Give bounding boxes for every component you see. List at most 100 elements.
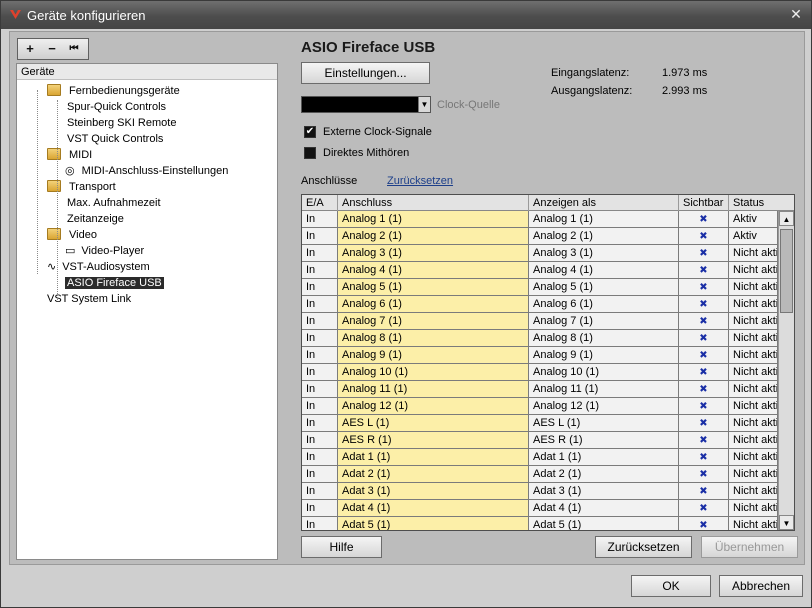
column-header-display-as[interactable]: Anzeigen als xyxy=(529,195,679,211)
visible-checkbox-icon[interactable]: ✖ xyxy=(679,381,729,398)
tree-item[interactable]: Video xyxy=(47,227,99,243)
table-row[interactable]: InAES L (1)AES L (1)✖Nicht aktiv xyxy=(302,415,778,432)
clock-source-select[interactable]: ▼ xyxy=(301,96,431,113)
tree-item[interactable]: Spur-Quick Controls xyxy=(65,99,168,115)
tree-item[interactable]: Steinberg SKI Remote xyxy=(65,115,178,131)
cell-display-as[interactable]: Analog 4 (1) xyxy=(529,262,679,279)
visible-checkbox-icon[interactable]: ✖ xyxy=(679,415,729,432)
visible-checkbox-icon[interactable]: ✖ xyxy=(679,262,729,279)
table-row[interactable]: In Analog 1 (1) Analog 1 (1) ✖ Aktiv xyxy=(302,211,778,228)
cell-display-as[interactable]: Adat 1 (1) xyxy=(529,449,679,466)
visible-checkbox-icon[interactable]: ✖ xyxy=(679,313,729,330)
tree-item[interactable]: ▭ Video-Player xyxy=(65,243,146,259)
table-scrollbar[interactable]: ▲ ▼ xyxy=(778,211,794,530)
visible-checkbox-icon[interactable]: ✖ xyxy=(679,449,729,466)
visible-checkbox-icon[interactable]: ✖ xyxy=(679,398,729,415)
device-tree[interactable]: Geräte Fernbedienungsgeräte Spur-Quick Co… xyxy=(16,63,278,560)
cancel-button[interactable]: Abbrechen xyxy=(719,575,803,597)
close-icon[interactable]: ✕ xyxy=(785,4,807,24)
table-row[interactable]: InAnalog 10 (1)Analog 10 (1)✖Nicht aktiv xyxy=(302,364,778,381)
folder-icon xyxy=(47,228,61,240)
visible-checkbox-icon[interactable]: ✖ xyxy=(679,517,729,530)
cell-display-as[interactable]: Analog 9 (1) xyxy=(529,347,679,364)
settings-button[interactable]: Einstellungen... xyxy=(301,62,430,84)
apply-button[interactable]: Übernehmen xyxy=(701,536,798,558)
tree-item[interactable]: Fernbedienungsgeräte xyxy=(47,83,182,99)
visible-checkbox-icon[interactable]: ✖ xyxy=(679,500,729,517)
table-row[interactable]: InAnalog 4 (1)Analog 4 (1)✖Nicht aktiv xyxy=(302,262,778,279)
tree-item[interactable]: VST Quick Controls xyxy=(65,131,165,147)
scrollbar-thumb[interactable] xyxy=(780,229,793,313)
cell-display-as[interactable]: Analog 2 (1) xyxy=(529,228,679,245)
scroll-down-icon[interactable]: ▼ xyxy=(779,515,794,530)
visible-checkbox-icon[interactable]: ✖ xyxy=(679,347,729,364)
cell-display-as[interactable]: Analog 3 (1) xyxy=(529,245,679,262)
table-row[interactable]: InAdat 5 (1)Adat 5 (1)✖Nicht aktiv xyxy=(302,517,778,530)
visible-checkbox-icon[interactable]: ✖ xyxy=(679,364,729,381)
add-icon[interactable]: + xyxy=(20,39,40,59)
table-row[interactable]: InAnalog 3 (1)Analog 3 (1)✖Nicht aktiv xyxy=(302,245,778,262)
scroll-up-icon[interactable]: ▲ xyxy=(779,211,794,226)
reset-link[interactable]: Zurücksetzen xyxy=(387,175,453,187)
cell-display-as[interactable]: AES L (1) xyxy=(529,415,679,432)
visible-checkbox-icon[interactable]: ✖ xyxy=(679,279,729,296)
cell-display-as[interactable]: Analog 5 (1) xyxy=(529,279,679,296)
cell-display-as[interactable]: Analog 1 (1) xyxy=(529,211,679,228)
table-row[interactable]: InAdat 2 (1)Adat 2 (1)✖Nicht aktiv xyxy=(302,466,778,483)
cell-port: Adat 2 (1) xyxy=(338,466,529,483)
cell-display-as[interactable]: Adat 2 (1) xyxy=(529,466,679,483)
table-row[interactable]: InAnalog 8 (1)Analog 8 (1)✖Nicht aktiv xyxy=(302,330,778,347)
visible-checkbox-icon[interactable]: ✖ xyxy=(679,296,729,313)
cell-display-as[interactable]: Adat 3 (1) xyxy=(529,483,679,500)
chevron-down-icon[interactable]: ▼ xyxy=(418,97,430,112)
cell-display-as[interactable]: Analog 12 (1) xyxy=(529,398,679,415)
reset-button[interactable]: Zurücksetzen xyxy=(595,536,692,558)
visible-checkbox-icon[interactable]: ✖ xyxy=(679,245,729,262)
table-row[interactable]: In Analog 2 (1) Analog 2 (1) ✖ Aktiv xyxy=(302,228,778,245)
column-header-port[interactable]: Anschluss xyxy=(338,195,529,211)
table-row[interactable]: InAdat 4 (1)Adat 4 (1)✖Nicht aktiv xyxy=(302,500,778,517)
cell-display-as[interactable]: Analog 6 (1) xyxy=(529,296,679,313)
remove-icon[interactable]: − xyxy=(42,39,62,59)
tree-item[interactable]: VST System Link xyxy=(45,291,133,307)
visible-checkbox-icon[interactable]: ✖ xyxy=(679,483,729,500)
tree-item[interactable]: ∿ VST-Audiosystem xyxy=(47,259,152,275)
tree-item[interactable]: MIDI xyxy=(47,147,94,163)
table-row[interactable]: InAdat 3 (1)Adat 3 (1)✖Nicht aktiv xyxy=(302,483,778,500)
table-row[interactable]: InAnalog 11 (1)Analog 11 (1)✖Nicht aktiv xyxy=(302,381,778,398)
column-header-status[interactable]: Status xyxy=(729,195,794,211)
visible-checkbox-icon[interactable]: ✖ xyxy=(679,211,729,228)
tree-item[interactable]: Max. Aufnahmezeit xyxy=(65,195,163,211)
visible-checkbox-icon[interactable]: ✖ xyxy=(679,432,729,449)
cell-display-as[interactable]: AES R (1) xyxy=(529,432,679,449)
table-row[interactable]: InAnalog 12 (1)Analog 12 (1)✖Nicht aktiv xyxy=(302,398,778,415)
cell-display-as[interactable]: Adat 5 (1) xyxy=(529,517,679,530)
table-row[interactable]: InAnalog 5 (1)Analog 5 (1)✖Nicht aktiv xyxy=(302,279,778,296)
cell-display-as[interactable]: Analog 10 (1) xyxy=(529,364,679,381)
table-row[interactable]: InAES R (1)AES R (1)✖Nicht aktiv xyxy=(302,432,778,449)
help-button[interactable]: Hilfe xyxy=(301,536,382,558)
cell-display-as[interactable]: Adat 4 (1) xyxy=(529,500,679,517)
cell-display-as[interactable]: Analog 7 (1) xyxy=(529,313,679,330)
table-row[interactable]: InAnalog 9 (1)Analog 9 (1)✖Nicht aktiv xyxy=(302,347,778,364)
cell-display-as[interactable]: Analog 8 (1) xyxy=(529,330,679,347)
column-header-io[interactable]: E/A xyxy=(302,195,338,211)
reset-device-icon[interactable]: ⏮ xyxy=(64,39,84,59)
table-row[interactable]: InAdat 1 (1)Adat 1 (1)✖Nicht aktiv xyxy=(302,449,778,466)
dialog-footer: OK Abbrechen xyxy=(1,567,811,607)
cell-port: Analog 9 (1) xyxy=(338,347,529,364)
tree-item[interactable]: ◎ MIDI-Anschluss-Einstellungen xyxy=(65,163,230,179)
visible-checkbox-icon[interactable]: ✖ xyxy=(679,330,729,347)
table-row[interactable]: InAnalog 7 (1)Analog 7 (1)✖Nicht aktiv xyxy=(302,313,778,330)
title-bar[interactable]: Geräte konfigurieren ✕ xyxy=(1,1,811,29)
visible-checkbox-icon[interactable]: ✖ xyxy=(679,228,729,245)
ok-button[interactable]: OK xyxy=(631,575,711,597)
tree-item[interactable]: ASIO Fireface USB xyxy=(65,275,164,291)
visible-checkbox-icon[interactable]: ✖ xyxy=(679,466,729,483)
tree-item[interactable]: Zeitanzeige xyxy=(65,211,126,227)
column-header-visible[interactable]: Sichtbar xyxy=(679,195,729,211)
table-row[interactable]: InAnalog 6 (1)Analog 6 (1)✖Nicht aktiv xyxy=(302,296,778,313)
external-clock-checkbox[interactable]: ✔ xyxy=(304,126,316,138)
cell-display-as[interactable]: Analog 11 (1) xyxy=(529,381,679,398)
direct-monitor-checkbox[interactable] xyxy=(304,147,316,159)
